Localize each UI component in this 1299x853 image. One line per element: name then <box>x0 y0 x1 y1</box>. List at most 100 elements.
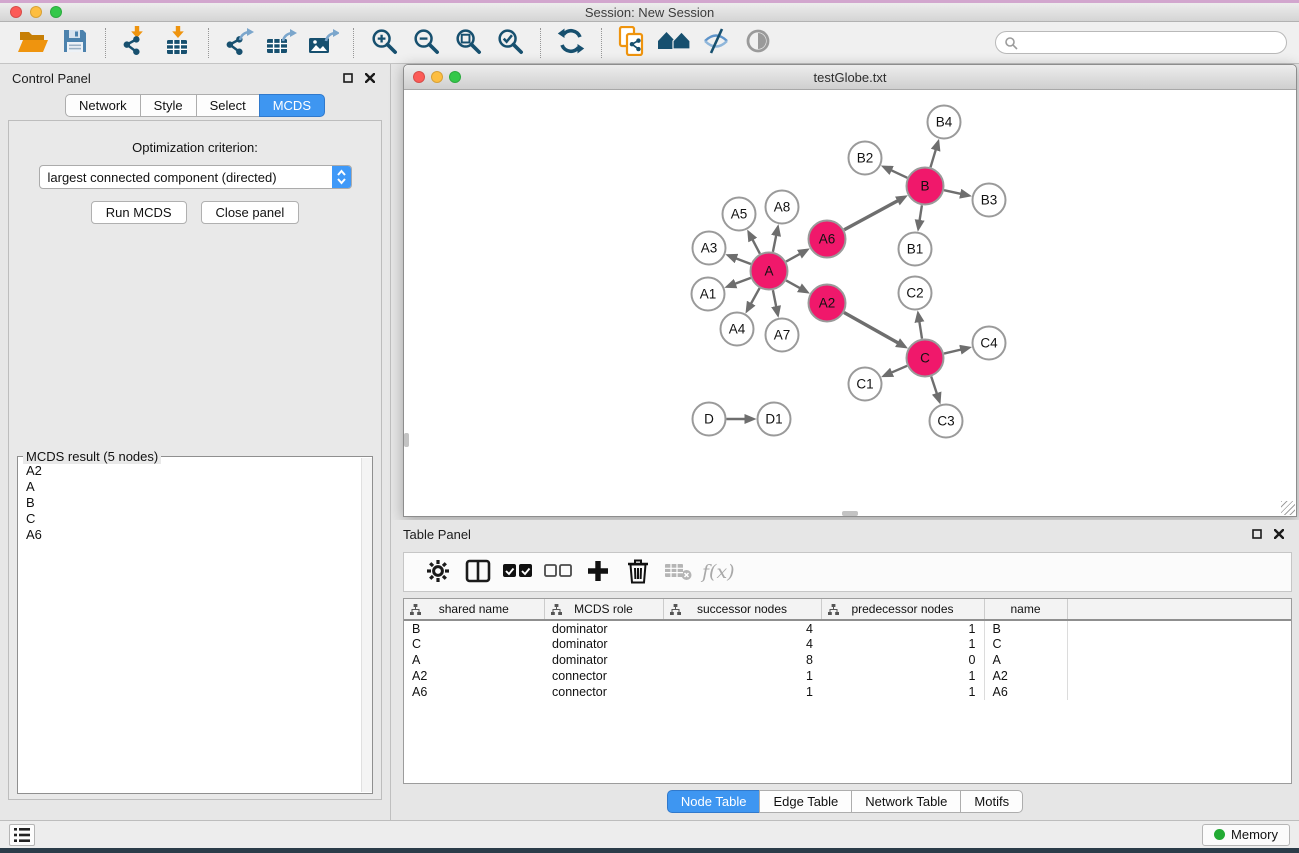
open-file-button[interactable] <box>15 26 51 60</box>
refresh-button[interactable] <box>553 26 589 60</box>
close-panel-button[interactable]: Close panel <box>201 201 300 224</box>
graph-node-C3[interactable]: C3 <box>930 405 963 438</box>
column-header-name[interactable]: name <box>984 599 1067 620</box>
control-panel-close-button[interactable] <box>362 70 378 86</box>
tab-node-table[interactable]: Node Table <box>667 790 761 813</box>
toggle-columns-button[interactable] <box>458 555 498 589</box>
column-header-successor-nodes[interactable]: successor nodes <box>663 599 821 620</box>
table-row[interactable]: Cdominator41C <box>404 636 1291 652</box>
control-panel-float-button[interactable] <box>340 70 356 86</box>
table-row[interactable]: Bdominator41B <box>404 620 1291 636</box>
graph-edge-C-C2[interactable] <box>919 321 922 339</box>
save-session-button[interactable] <box>57 26 93 60</box>
table-row[interactable]: A2connector11A2 <box>404 668 1291 684</box>
graph-edge-C-C3[interactable] <box>931 377 937 395</box>
result-item[interactable]: A <box>26 479 364 495</box>
graph-edge-B-B1[interactable] <box>920 205 922 221</box>
run-mcds-button[interactable]: Run MCDS <box>91 201 187 224</box>
export-table-button[interactable] <box>263 26 299 60</box>
zoom-window-button[interactable] <box>50 6 62 18</box>
table-row[interactable]: A6connector11A6 <box>404 684 1291 700</box>
home-button[interactable] <box>656 26 692 60</box>
graph-edge-B-B4[interactable] <box>931 149 936 167</box>
column-header-shared-name[interactable]: shared name <box>404 599 544 620</box>
graph-node-D[interactable]: D <box>693 403 726 436</box>
graph-node-B2[interactable]: B2 <box>849 142 882 175</box>
delete-button[interactable] <box>618 555 658 589</box>
tab-mcds[interactable]: MCDS <box>259 94 325 117</box>
criterion-dropdown[interactable]: largest connected component (directed) <box>39 165 352 189</box>
graph-node-A3[interactable]: A3 <box>693 232 726 265</box>
graph-edge-B-B2[interactable] <box>891 170 908 178</box>
tab-motifs[interactable]: Motifs <box>960 790 1023 813</box>
network-minimize-button[interactable] <box>431 71 443 83</box>
graph-node-B1[interactable]: B1 <box>899 233 932 266</box>
graph-node-C4[interactable]: C4 <box>973 327 1006 360</box>
graph-edge-B-B3[interactable] <box>944 190 961 194</box>
task-history-button[interactable] <box>9 824 35 846</box>
graph-edge-A-A3[interactable] <box>736 258 751 264</box>
result-item[interactable]: A2 <box>26 463 364 479</box>
graph-edge-C-C1[interactable] <box>891 366 907 373</box>
table-row[interactable]: Adominator80A <box>404 652 1291 668</box>
graph-edge-A6-B[interactable] <box>844 201 898 230</box>
export-image-button[interactable] <box>305 26 341 60</box>
show-graphics-details-button[interactable] <box>740 26 776 60</box>
memory-button[interactable]: Memory <box>1202 824 1290 846</box>
graph-edge-A-A4[interactable] <box>751 288 760 304</box>
graph-node-D1[interactable]: D1 <box>758 403 791 436</box>
zoom-in-button[interactable] <box>366 26 402 60</box>
graph-edge-A-A5[interactable] <box>752 239 760 254</box>
horizontal-scrollbar-thumb[interactable] <box>842 511 858 516</box>
result-item[interactable]: A6 <box>26 527 364 543</box>
hide-graphics-details-button[interactable] <box>698 26 734 60</box>
graph-node-B[interactable]: B <box>907 168 944 205</box>
graph-node-B4[interactable]: B4 <box>928 106 961 139</box>
add-button[interactable] <box>578 555 618 589</box>
graph-node-C[interactable]: C <box>907 340 944 377</box>
graph-node-A4[interactable]: A4 <box>721 313 754 346</box>
zoom-fit-button[interactable] <box>450 26 486 60</box>
vertical-scrollbar-thumb[interactable] <box>404 433 409 447</box>
graph-edge-A2-C[interactable] <box>844 313 898 344</box>
minimize-window-button[interactable] <box>30 6 42 18</box>
resize-grip[interactable] <box>1281 501 1295 515</box>
graph-edge-A-A8[interactable] <box>773 235 776 252</box>
graph-edge-A-A1[interactable] <box>735 278 751 284</box>
graph-node-A7[interactable]: A7 <box>766 319 799 352</box>
graph-edge-A-A6[interactable] <box>786 254 800 262</box>
table-panel-close-button[interactable] <box>1271 526 1287 542</box>
tab-edge-table[interactable]: Edge Table <box>759 790 852 813</box>
select-all-button[interactable] <box>498 555 538 589</box>
zoom-selected-button[interactable] <box>492 26 528 60</box>
graph-edge-A-A2[interactable] <box>786 280 800 288</box>
graph-edge-C-C4[interactable] <box>944 350 961 354</box>
column-header-predecessor-nodes[interactable]: predecessor nodes <box>821 599 984 620</box>
result-scrollbar[interactable] <box>361 458 372 792</box>
graph-node-C2[interactable]: C2 <box>899 277 932 310</box>
table-panel-float-button[interactable] <box>1249 526 1265 542</box>
result-item[interactable]: C <box>26 511 364 527</box>
tab-style[interactable]: Style <box>140 94 197 117</box>
column-header-MCDS-role[interactable]: MCDS role <box>544 599 663 620</box>
graph-node-C1[interactable]: C1 <box>849 368 882 401</box>
clone-network-button[interactable] <box>614 26 650 60</box>
network-canvas[interactable]: B4B2BB3A5A8A6B1A3AC2A1A2A4A7C4CC1C3DD1 <box>404 90 1296 516</box>
network-zoom-button[interactable] <box>449 71 461 83</box>
graph-node-B3[interactable]: B3 <box>973 184 1006 217</box>
graph-node-A8[interactable]: A8 <box>766 191 799 224</box>
table-settings-button[interactable] <box>418 555 458 589</box>
graph-node-A2[interactable]: A2 <box>809 285 846 322</box>
close-window-button[interactable] <box>10 6 22 18</box>
import-table-button[interactable] <box>160 26 196 60</box>
tab-network-table[interactable]: Network Table <box>851 790 961 813</box>
graph-node-A[interactable]: A <box>751 253 788 290</box>
export-network-button[interactable] <box>221 26 257 60</box>
deselect-all-button[interactable] <box>538 555 578 589</box>
zoom-out-button[interactable] <box>408 26 444 60</box>
network-close-button[interactable] <box>413 71 425 83</box>
tab-network[interactable]: Network <box>65 94 141 117</box>
graph-node-A5[interactable]: A5 <box>723 198 756 231</box>
graph-node-A1[interactable]: A1 <box>692 278 725 311</box>
search-input[interactable] <box>995 31 1287 54</box>
